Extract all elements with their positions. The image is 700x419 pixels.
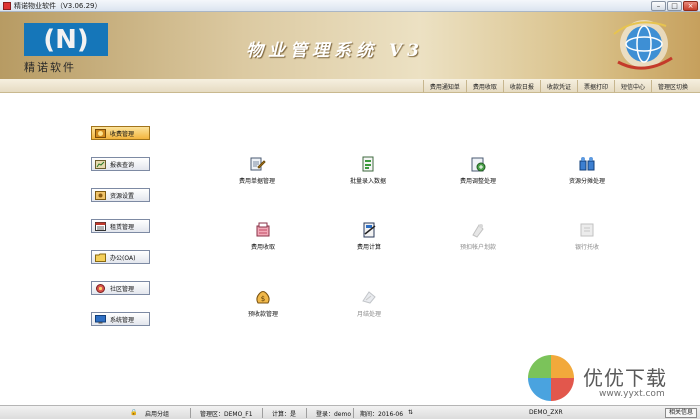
status-calc: 计算：是: [272, 411, 297, 418]
status-lock-icon: 🔒: [130, 409, 138, 416]
company-logo: (N) 精诺软件: [18, 21, 112, 74]
monitor-icon: [95, 314, 106, 323]
topnav-daily-report[interactable]: 收款日报: [502, 80, 540, 93]
topnav-sms-center[interactable]: 短信中心: [613, 80, 651, 93]
main-content: 收费管理 报表查询 资源设置 租赁管理 办公(OA) 社区管理 系统管理 费用单…: [0, 93, 700, 405]
topnav-fee-collect[interactable]: 费用收取: [465, 80, 503, 93]
sidebar-item-charges[interactable]: 收费管理: [91, 126, 150, 140]
report-icon: [95, 159, 106, 169]
title-bar: 精诺物业软件（V3.06.29） – □ ×: [0, 0, 700, 12]
status-grouping: 启用分组: [145, 411, 170, 418]
sidebar-item-lease[interactable]: 租赁管理: [91, 219, 150, 233]
logo-mark: (N): [24, 23, 108, 56]
watermark-url: www.yyxt.com: [599, 389, 665, 399]
topnav-fee-notice[interactable]: 费用通知单: [422, 80, 466, 93]
status-bar: 🔒 启用分组 管理区：DEMO_F1 计算：是 登录：demo 期间：2016-…: [0, 405, 700, 419]
bank-icon: [580, 223, 594, 237]
settings-icon: [95, 190, 106, 200]
info-button[interactable]: 相关信息: [664, 408, 697, 418]
watermark-logo-icon: [528, 355, 574, 401]
svg-text:$: $: [261, 295, 265, 303]
func-fee-adjust[interactable]: 费用调整处理: [448, 155, 508, 185]
header-banner: (N) 精诺软件 物业管理系统 V3: [0, 12, 700, 79]
globe-emblem-icon: [613, 20, 673, 70]
sidebar-item-label: 收费管理: [110, 130, 135, 138]
sidebar-item-label: 系统管理: [110, 316, 135, 324]
cash-register-icon: [256, 222, 270, 237]
sidebar-item-label: 报表查询: [110, 161, 135, 169]
transfer-icon: [472, 224, 484, 238]
topnav-bill-print[interactable]: 票据打印: [576, 80, 614, 93]
top-nav: 费用通知单 费用收取 收款日报 收款凭证 票据打印 短信中心 管理区切换: [0, 79, 700, 93]
adjust-icon: [471, 157, 486, 172]
sidebar-item-label: 租赁管理: [110, 223, 135, 231]
func-batch-input[interactable]: 批量录入数据: [338, 155, 398, 185]
func-prepaid-transfer[interactable]: 预扣帐户划款: [448, 221, 508, 251]
sidebar-item-label: 社区管理: [110, 285, 135, 293]
top-nav-items: 费用通知单 费用收取 收款日报 收款凭证 票据打印 短信中心 管理区切换: [422, 80, 694, 93]
status-period: 期间：2016-06: [360, 411, 404, 418]
func-fee-documents[interactable]: 费用单据管理: [227, 155, 287, 185]
maximize-button[interactable]: □: [667, 1, 682, 11]
sidebar-item-system[interactable]: 系统管理: [91, 312, 150, 326]
status-separator: [306, 408, 307, 418]
money-bag-icon: $: [256, 291, 270, 304]
documents-icon: [250, 157, 266, 171]
status-code: DEMO_ZXR: [529, 409, 563, 416]
calendar-icon: [95, 221, 106, 231]
sidebar-item-label: 资源设置: [110, 192, 135, 200]
window-title: 精诺物业软件（V3.06.29）: [14, 2, 102, 10]
func-resource-allocation[interactable]: 资源分摊处理: [557, 155, 617, 185]
status-separator: [262, 408, 263, 418]
status-separator: [353, 408, 354, 418]
allocation-icon: [579, 157, 595, 171]
minimize-button[interactable]: –: [651, 1, 666, 11]
func-month-close[interactable]: 月结处理: [339, 288, 399, 318]
calculate-icon: [363, 222, 376, 238]
topnav-receipt-voucher[interactable]: 收款凭证: [539, 80, 577, 93]
status-login: 登录：demo: [316, 411, 352, 418]
func-prepayment[interactable]: $ 预收款管理: [233, 288, 293, 318]
batch-input-icon: [362, 156, 374, 172]
status-area: 管理区：DEMO_F1: [200, 411, 253, 418]
sidebar-item-reports[interactable]: 报表查询: [91, 157, 150, 171]
watermark-text: 优优下载: [583, 366, 667, 390]
logo-text: 精诺软件: [24, 61, 76, 74]
topnav-switch-area[interactable]: 管理区切换: [650, 80, 694, 93]
sidebar-item-community[interactable]: 社区管理: [91, 281, 150, 295]
func-bank-collection[interactable]: 银行托收: [557, 221, 617, 251]
sidebar-item-resources[interactable]: 资源设置: [91, 188, 150, 202]
sidebar-item-label: 办公(OA): [110, 254, 136, 262]
close-button[interactable]: ×: [683, 1, 698, 11]
status-sync-icon: ⇅: [408, 409, 414, 416]
folder-icon: [95, 253, 106, 262]
app-icon: [3, 2, 11, 10]
func-fee-calculate[interactable]: 费用计算: [339, 221, 399, 251]
month-close-icon: [362, 291, 376, 304]
window-controls: – □ ×: [651, 1, 698, 11]
status-separator: [190, 408, 191, 418]
community-icon: [96, 283, 105, 293]
sidebar-item-office[interactable]: 办公(OA): [91, 250, 150, 264]
coins-icon: [95, 128, 106, 138]
system-title: 物业管理系统 V3: [246, 41, 424, 61]
func-fee-collect[interactable]: 费用收取: [233, 221, 293, 251]
